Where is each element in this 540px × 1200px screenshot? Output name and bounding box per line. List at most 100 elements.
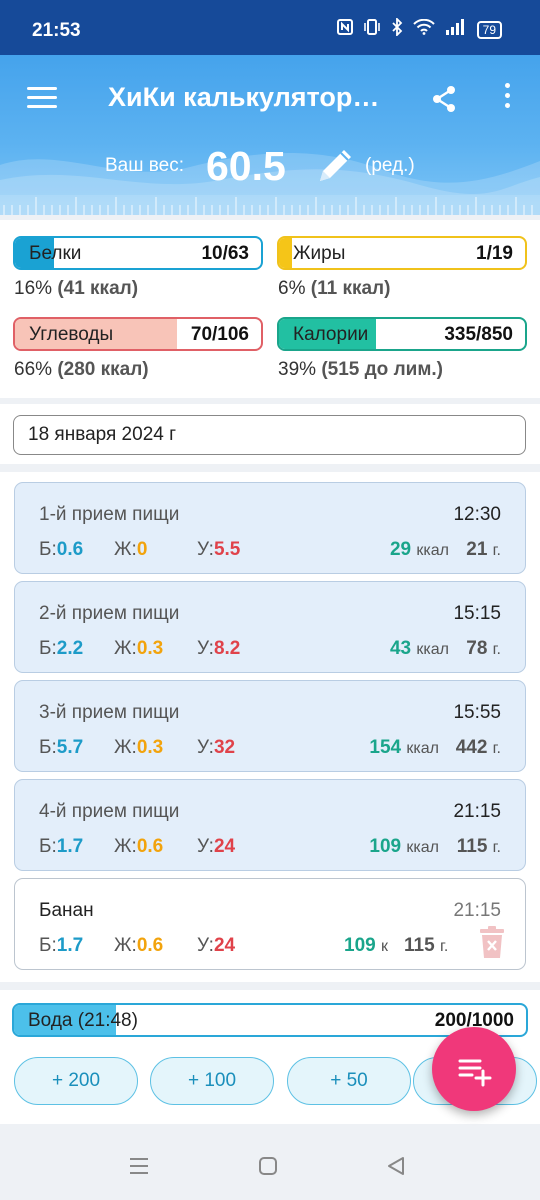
- protein-value: 10/63: [201, 243, 249, 264]
- calories-label: Калории: [293, 324, 369, 345]
- add-water-200-button[interactable]: + 200: [14, 1057, 138, 1105]
- food-protein: Б:1.7: [39, 935, 84, 956]
- meal-time: 15:55: [453, 702, 501, 723]
- meal-name: 4-й прием пищи: [39, 801, 180, 822]
- food-kcal: 109 к: [344, 935, 388, 956]
- macros-card: Белки 10/63 16% (41 ккал) Жиры 1/19 6% (…: [0, 220, 540, 398]
- meal-protein: Б:5.7: [39, 737, 84, 758]
- calories-summary: 39% (515 до лим.): [278, 359, 443, 381]
- menu-icon[interactable]: [27, 87, 57, 109]
- meal-time: 15:15: [453, 603, 501, 624]
- add-to-list-icon: [458, 1059, 492, 1087]
- carbs-value: 70/106: [190, 324, 249, 345]
- meal-fat: Ж:0: [114, 539, 148, 560]
- date-picker[interactable]: 18 января 2024 г: [13, 415, 526, 455]
- delete-icon[interactable]: [479, 926, 505, 958]
- meal-fat: Ж:0.3: [114, 737, 164, 758]
- wifi-icon: [412, 18, 435, 40]
- meal-protein: Б:2.2: [39, 638, 84, 659]
- meal-kcal: 154 ккал: [369, 737, 439, 758]
- back-icon[interactable]: [386, 1156, 406, 1176]
- meal-name: 2-й прием пищи: [39, 603, 180, 624]
- meal-carbs: У:5.5: [197, 539, 241, 560]
- water-label: Вода (21:48): [28, 1010, 138, 1031]
- carbs-label: Углеводы: [29, 324, 114, 345]
- meal-item[interactable]: 4-й прием пищи 21:15 Б:1.7 Ж:0.6 У:24 10…: [14, 779, 526, 871]
- meal-grams: 442 г.: [455, 737, 501, 758]
- bluetooth-icon: [391, 16, 403, 41]
- protein-kcal: (41 ккал): [57, 278, 139, 299]
- meal-kcal: 43 ккал: [389, 638, 449, 659]
- meal-item[interactable]: 2-й прием пищи 15:15 Б:2.2 Ж:0.3 У:8.2 4…: [14, 581, 526, 673]
- date-card: 18 января 2024 г: [0, 404, 540, 464]
- meal-kcal: 29 ккал: [389, 539, 449, 560]
- home-icon[interactable]: [258, 1156, 278, 1176]
- calories-pct: 39%: [278, 359, 317, 380]
- meal-item[interactable]: 3-й прием пищи 15:55 Б:5.7 Ж:0.3 У:32 15…: [14, 680, 526, 772]
- weight-row[interactable]: Ваш вес: 60.5 (ред.): [0, 143, 540, 203]
- food-time: 21:15: [453, 900, 501, 921]
- fat-summary: 6% (11 ккал): [278, 278, 390, 300]
- protein-label: Белки: [29, 243, 82, 264]
- more-options-icon[interactable]: [500, 83, 514, 113]
- signal-icon: [445, 19, 467, 40]
- battery-icon: 79: [476, 20, 502, 39]
- weight-value[interactable]: 60.5: [206, 143, 286, 190]
- add-water-50-button[interactable]: + 50: [287, 1057, 411, 1105]
- recent-apps-icon[interactable]: [128, 1156, 150, 1176]
- carbs-pct: 66%: [14, 359, 53, 380]
- carbs-kcal: (280 ккал): [57, 359, 149, 380]
- fat-kcal: (11 ккал): [310, 278, 391, 299]
- status-icons: 79: [336, 16, 502, 41]
- fat-bar-fill: [279, 238, 293, 268]
- protein-bar: Белки 10/63: [13, 236, 263, 270]
- app-title: ХиКи калькулятор…: [108, 82, 380, 112]
- add-water-100-button[interactable]: + 100: [150, 1057, 274, 1105]
- food-name: Банан: [39, 900, 94, 921]
- carbs-bar: Углеводы 70/106: [13, 317, 263, 351]
- meal-grams: 21 г.: [466, 539, 501, 560]
- vibrate-icon: [363, 19, 381, 40]
- meal-fat: Ж:0.6: [114, 836, 164, 857]
- meal-time: 21:15: [453, 801, 501, 822]
- add-food-button[interactable]: [432, 1027, 516, 1111]
- food-carbs: У:24: [197, 935, 236, 956]
- app-bar: ХиКи калькулятор… Ваш вес: 60.5 (ред.): [0, 55, 540, 215]
- meal-item[interactable]: 1-й прием пищи 12:30 Б:0.6 Ж:0 У:5.5 29 …: [14, 482, 526, 574]
- fat-bar: Жиры 1/19: [277, 236, 527, 270]
- meal-protein: Б:0.6: [39, 539, 84, 560]
- meal-carbs: У:32: [197, 737, 236, 758]
- meal-fat: Ж:0.3: [114, 638, 164, 659]
- ruler-decoration: [0, 195, 540, 215]
- protein-pct: 16%: [14, 278, 53, 299]
- food-item[interactable]: Банан 21:15 Б:1.7 Ж:0.6 У:24 109 к 115 г…: [14, 878, 526, 970]
- meal-time: 12:30: [453, 504, 501, 525]
- meals-list: 1-й прием пищи 12:30 Б:0.6 Ж:0 У:5.5 29 …: [0, 472, 540, 982]
- calories-value: 335/850: [444, 324, 513, 345]
- meal-grams: 78 г.: [466, 638, 501, 659]
- calories-bar: Калории 335/850: [277, 317, 527, 351]
- meal-carbs: У:24: [197, 836, 236, 857]
- carbs-summary: 66% (280 ккал): [14, 359, 149, 381]
- share-icon[interactable]: [430, 85, 458, 113]
- weight-label: Ваш вес:: [105, 155, 184, 176]
- edit-weight-link[interactable]: (ред.): [365, 155, 415, 177]
- meal-grams: 115 г.: [456, 836, 501, 857]
- nfc-icon: [336, 19, 353, 40]
- fat-label: Жиры: [293, 243, 346, 264]
- fat-pct: 6%: [278, 278, 306, 299]
- protein-summary: 16% (41 ккал): [14, 278, 138, 300]
- meal-name: 1-й прием пищи: [39, 504, 180, 525]
- pencil-icon[interactable]: [314, 145, 356, 187]
- meal-name: 3-й прием пищи: [39, 702, 180, 723]
- meal-kcal: 109 ккал: [369, 836, 439, 857]
- meal-protein: Б:1.7: [39, 836, 84, 857]
- status-time: 21:53: [32, 20, 81, 41]
- food-grams: 115 г.: [404, 935, 449, 956]
- meal-carbs: У:8.2: [197, 638, 241, 659]
- calories-remaining: (515 до лим.): [321, 359, 443, 380]
- status-bar: 21:53 79: [0, 0, 540, 55]
- fat-value: 1/19: [476, 243, 513, 264]
- system-nav-bar: [0, 1134, 540, 1200]
- food-fat: Ж:0.6: [114, 935, 164, 956]
